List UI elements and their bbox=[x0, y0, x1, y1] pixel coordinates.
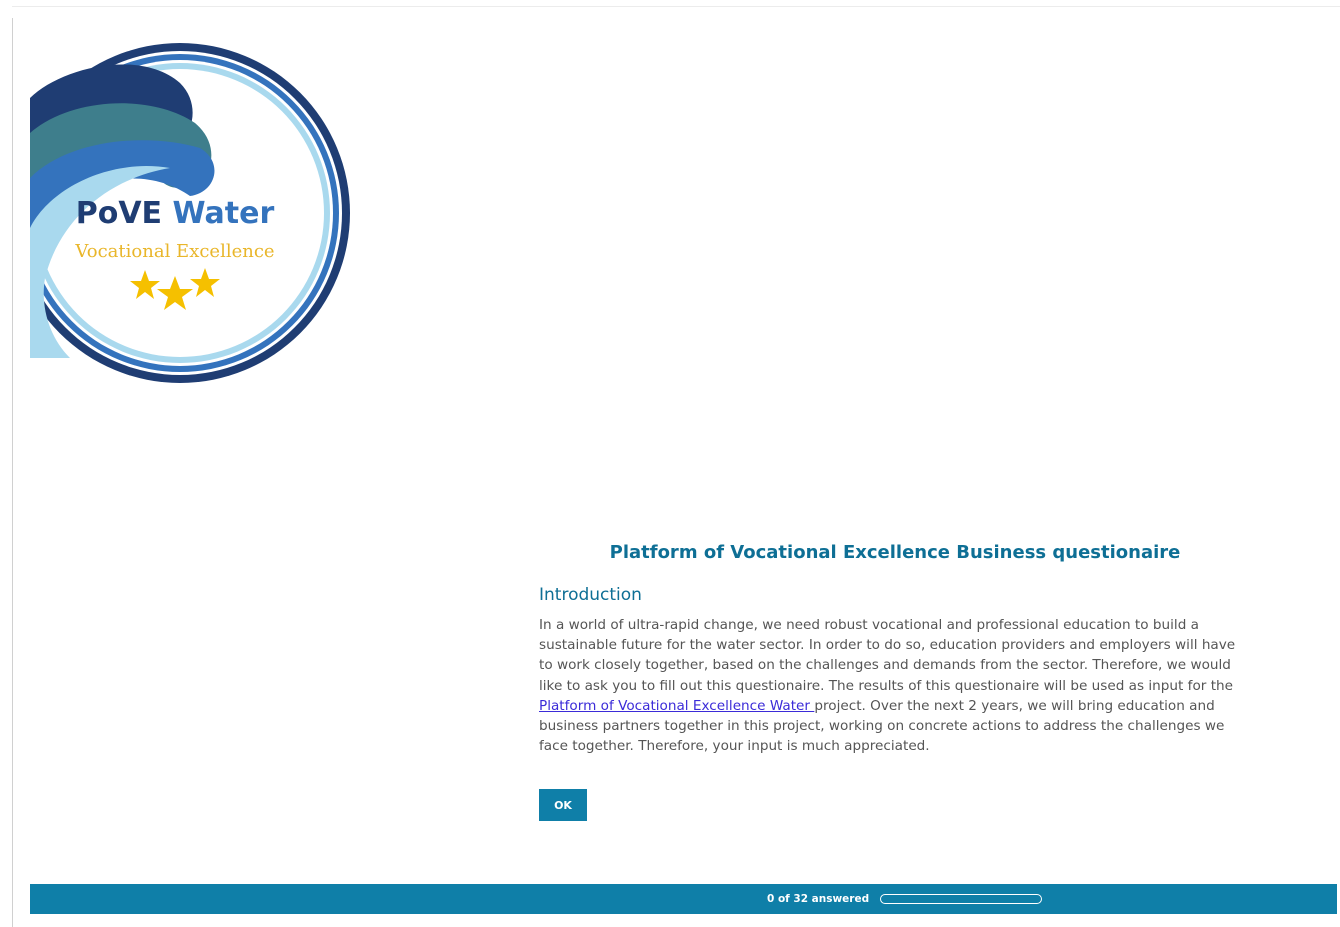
pove-water-logo: PoVE Water Vocational Excellence bbox=[30, 38, 360, 388]
survey-title: Platform of Vocational Excellence Busine… bbox=[609, 542, 1181, 563]
survey-content: Platform of Vocational Excellence Busine… bbox=[539, 542, 1251, 822]
section-heading: Introduction bbox=[539, 585, 642, 605]
intro-text-part1: In a world of ultra-rapid change, we nee… bbox=[539, 617, 1236, 694]
progress-bar bbox=[880, 894, 1043, 904]
survey-page: PoVE Water Vocational Excellence Platfor… bbox=[0, 0, 1340, 927]
logo-title-pove: PoVE bbox=[75, 196, 163, 231]
logo-title: PoVE Water bbox=[30, 196, 320, 231]
progress-text: 0 of 32 answered bbox=[767, 893, 870, 905]
logo-title-water: Water bbox=[172, 196, 275, 231]
ok-button[interactable]: OK bbox=[539, 789, 587, 822]
intro-text: In a world of ultra-rapid change, we nee… bbox=[539, 615, 1251, 756]
page-left-edge bbox=[12, 18, 13, 927]
logo-subtitle: Vocational Excellence bbox=[75, 241, 275, 262]
page-top-edge bbox=[12, 6, 1340, 7]
pove-water-link[interactable]: Platform of Vocational Excellence Water bbox=[539, 698, 814, 714]
progress-footer: 0 of 32 answered bbox=[30, 884, 1337, 914]
progress-indicator: 0 of 32 answered bbox=[767, 884, 1043, 914]
